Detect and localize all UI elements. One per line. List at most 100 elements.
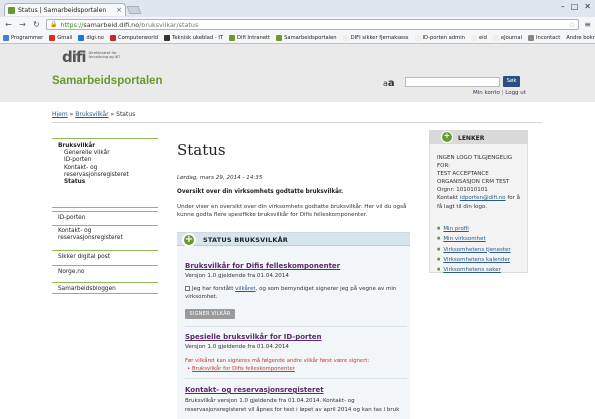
bookmark-item[interactable]: Programmer [3,34,44,41]
plus-icon: + [182,233,196,247]
bookmark-label: digi.no [86,34,104,41]
logg-ut-link[interactable]: Logg ut [505,90,526,96]
terms-krr-description: Bruksvilkår versjon 1.0 gjeldende fra 01… [185,398,400,413]
lenker-link-item[interactable]: Min virksomhet [437,234,527,244]
nav-bloggen[interactable]: Samarbeidsbloggen [52,282,158,294]
url-scheme: https:// [60,20,84,29]
bookmark-item[interactable]: DIFI sikker fjernaksess [342,34,409,41]
accept-text-pre: Jeg har forstått [192,286,234,292]
contact-pre: Kontakt [437,195,459,202]
logo-text: difi [62,48,87,66]
bookmark-label: Samarbeidsportalen [284,34,337,41]
intro-text: Under viser en oversikt over din virksom… [177,204,407,218]
nav-item-id-porten-vilkar[interactable]: ID-porten [52,157,158,164]
maximize-icon[interactable]: □ [571,2,579,11]
menu-icon[interactable]: ≡ [584,20,591,29]
accept-checkbox[interactable] [185,286,190,291]
bookmark-icon [78,34,85,41]
page-date: Lørdag, mars 29, 2014 - 14:35 [177,175,263,181]
forward-icon[interactable]: → [18,20,27,29]
bookmark-item[interactable]: Difi Intranett [229,34,271,41]
contact-email-link[interactable]: idporten@difi.no [460,195,506,201]
url-path: /bruksvilkar/status [139,20,199,29]
bookmark-label: Programmer [11,34,44,41]
nav-id-porten[interactable]: ID-porten [52,211,158,224]
bookmark-star-icon[interactable]: ☆ [569,21,575,29]
breadcrumb-bruksvilkar[interactable]: Bruksvilkår [75,111,108,118]
bookmark-item[interactable]: Incontact [528,34,560,41]
difi-logo[interactable]: difi Direktoratet for forvaltning og IKT [62,48,131,66]
bookmark-icon [164,34,171,41]
breadcrumb-current: Status [116,111,136,118]
terms-id-porten-title[interactable]: Spesielle bruksvilkår for ID-porten [185,333,322,341]
breadcrumb: Hjem » Bruksvilkår » Status [52,111,135,118]
left-nav-bruksvilkar: Bruksvilkår Generelle vilkår ID-porten K… [52,138,158,208]
bookmark-item[interactable]: Teknisk ukeblad - IT [164,34,223,41]
terms-id-porten-version: Versjon 1.0 gjeldende fra 01.04.2014 [185,344,289,350]
bookmark-icon [492,34,499,41]
browser-tab[interactable]: Status | Samarbeidsportalen × [4,3,126,16]
prerequisite-warning: Før vilkåret kan signeres må følgende an… [185,358,370,364]
lock-icon: 🔒 [50,21,58,28]
contact-line: Kontakt idporten@difi.no for å få lagt t… [437,194,524,210]
nav-sikker-post[interactable]: Sikker digital post [52,250,158,263]
lenker-link-item[interactable]: Min profil [437,224,527,234]
address-bar[interactable]: 🔒 https://samarbeid.difi.no/bruksvilkar/… [46,19,580,30]
bookmark-label: Difi Intranett [237,34,271,41]
nav-item-generelle-vilkar[interactable]: Generelle vilkår [52,150,158,157]
bookmark-item[interactable]: eJournal [492,34,523,41]
bookmark-item[interactable]: digi.no [78,34,104,41]
terms-link[interactable]: vilkåret [235,286,255,292]
terms-felleskomponenter-version: Versjon 1.0 gjeldende fra 01.04.2014 [185,273,289,279]
reload-icon[interactable]: ↻ [32,20,41,29]
bookmark-label: Gmail [57,34,73,41]
lenker-link-item[interactable]: Virksomhetens saker [437,265,527,275]
lenker-link-item[interactable]: Virksomhetens tjenester [437,245,527,255]
search-input[interactable] [405,77,500,87]
nav-norge[interactable]: Norge.no [52,265,158,278]
bookmark-item[interactable]: eid [470,34,487,41]
breadcrumb-home[interactable]: Hjem [52,111,68,118]
browser-chrome: Status | Samarbeidsportalen × – □ ✕ ← → … [0,0,595,44]
sign-terms-button[interactable]: SIGNER VILKÅR [185,309,235,319]
org-name: TEST ACCEPTANCE ORGANISASJON CRM TEST [437,171,510,186]
accept-terms-row: Jeg har forstått vilkåret, og som bemynd… [185,286,405,302]
nav-item-status[interactable]: Status [52,179,158,186]
url-host: samarbeid.difi.no [83,20,140,29]
portal-title[interactable]: Samarbeidsportalen [52,75,163,87]
lenker-title: LENKER [458,135,485,142]
min-konto-link[interactable]: Min konto [473,90,500,96]
lenker-link-item[interactable]: Virksomhetens kalender [437,255,527,265]
nav-item-krr-vilkar[interactable]: Kontakt- og [52,165,158,172]
user-nav: Min konto | Logg ut [473,90,526,96]
back-icon[interactable]: ← [4,20,13,29]
tab-title: Status | Samarbeidsportalen [18,6,107,14]
bookmark-item[interactable]: Gmail [49,34,73,41]
bookmark-icon [414,34,421,41]
nav-item-krr-vilkar-cont[interactable]: reservasjonsregisteret [52,172,158,179]
other-bookmarks[interactable]: Andre bokmerker [566,35,595,41]
text-size-icon[interactable]: aa [383,78,395,89]
terms-felleskomponenter-title[interactable]: Bruksvilkår for Difis felleskomponenter [185,262,340,270]
bookmark-label: eJournal [500,34,523,41]
bookmark-item[interactable]: ID-porten admin [414,34,465,41]
new-tab-button[interactable] [126,6,142,14]
nav-norge-label: Norge.no [58,269,85,275]
minimize-icon[interactable]: – [561,2,565,11]
bookmark-item[interactable]: Computerworld [110,34,159,41]
status-panel-title: STATUS BRUKSVILKÅR [203,236,289,244]
search-button[interactable]: Søk [503,76,520,87]
breadcrumb-sep: » [110,111,115,118]
org-number: Orgnr: 101010101 [437,187,488,194]
bookmark-label: Computerworld [118,34,159,41]
nav-krr[interactable]: Kontakt- og reservasjonsregisteret [52,225,158,247]
close-window-icon[interactable]: ✕ [584,2,591,11]
bookmark-item[interactable]: Samarbeidsportalen [276,34,337,41]
lenker-link-label: Virksomhetens kalender [443,257,511,264]
nav-krr-label-2: reservasjonsregisteret [58,235,123,242]
prerequisite-link[interactable]: Bruksvilkår for Difis felleskomponenter [192,366,295,372]
terms-krr-title[interactable]: Kontakt- og reservasjonsregisteret [185,386,324,394]
close-tab-icon[interactable]: × [116,6,122,14]
lenker-link-label: Min profil [443,226,469,233]
lenker-org-info: INGEN LOGO TILGJENGELIG FOR: TEST ACCEPT… [437,154,524,211]
